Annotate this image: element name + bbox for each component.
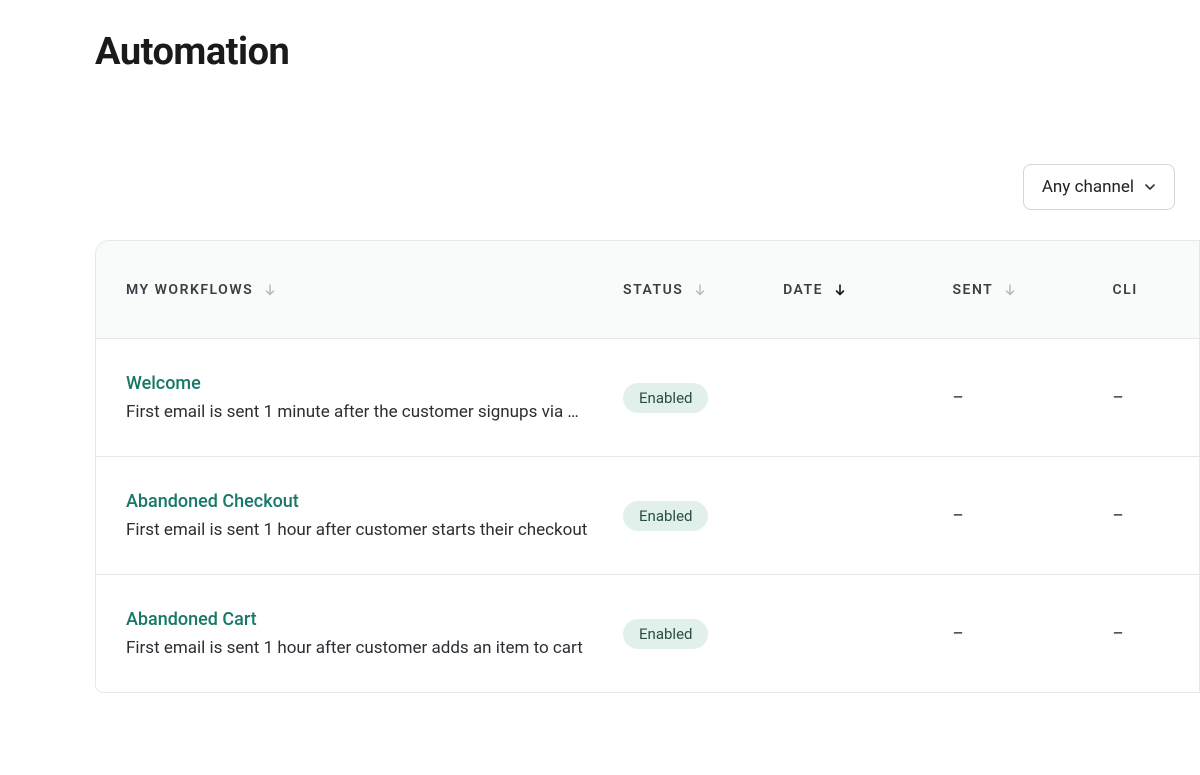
column-header-click[interactable]: CLI: [1113, 282, 1169, 298]
table-body: Welcome First email is sent 1 minute aft…: [96, 339, 1199, 692]
status-badge: Enabled: [623, 501, 708, 531]
workflow-name-link[interactable]: Abandoned Cart: [126, 609, 623, 630]
arrow-down-icon: [833, 283, 847, 297]
click-cell: –: [1113, 506, 1124, 526]
table-row: Abandoned Cart First email is sent 1 hou…: [96, 574, 1199, 692]
workflow-name-link[interactable]: Welcome: [126, 373, 623, 394]
workflow-description: First email is sent 1 minute after the c…: [126, 402, 623, 422]
click-cell: –: [1113, 388, 1124, 408]
column-header-date[interactable]: Date: [783, 282, 952, 298]
sent-cell: –: [953, 624, 964, 644]
table-row: Welcome First email is sent 1 minute aft…: [96, 339, 1199, 456]
click-cell: –: [1113, 624, 1124, 644]
column-header-sent-label: Sent: [953, 282, 994, 298]
column-header-workflows[interactable]: My Workflows: [126, 282, 623, 298]
column-header-date-label: Date: [783, 282, 823, 298]
arrow-down-icon: [693, 283, 707, 297]
channel-filter-button[interactable]: Any channel: [1023, 164, 1175, 210]
workflow-name-link[interactable]: Abandoned Checkout: [126, 491, 623, 512]
filters-bar: Any channel: [95, 164, 1200, 210]
column-header-status-label: Status: [623, 282, 683, 298]
page-title: Automation: [95, 30, 1200, 74]
chevron-down-icon: [1144, 181, 1156, 193]
status-badge: Enabled: [623, 383, 708, 413]
status-badge: Enabled: [623, 619, 708, 649]
arrow-down-icon: [1003, 283, 1017, 297]
workflow-description: First email is sent 1 hour after custome…: [126, 520, 623, 540]
column-header-click-label: CLI: [1113, 282, 1138, 298]
arrow-down-icon: [263, 283, 277, 297]
sent-cell: –: [953, 388, 964, 408]
workflows-table: My Workflows Status Date Sent: [95, 240, 1200, 693]
channel-filter-label: Any channel: [1042, 177, 1134, 197]
column-header-sent[interactable]: Sent: [953, 282, 1113, 298]
table-row: Abandoned Checkout First email is sent 1…: [96, 456, 1199, 574]
column-header-workflows-label: My Workflows: [126, 282, 253, 298]
column-header-status[interactable]: Status: [623, 282, 783, 298]
workflow-description: First email is sent 1 hour after custome…: [126, 638, 623, 658]
sent-cell: –: [953, 506, 964, 526]
table-header-row: My Workflows Status Date Sent: [96, 241, 1199, 339]
